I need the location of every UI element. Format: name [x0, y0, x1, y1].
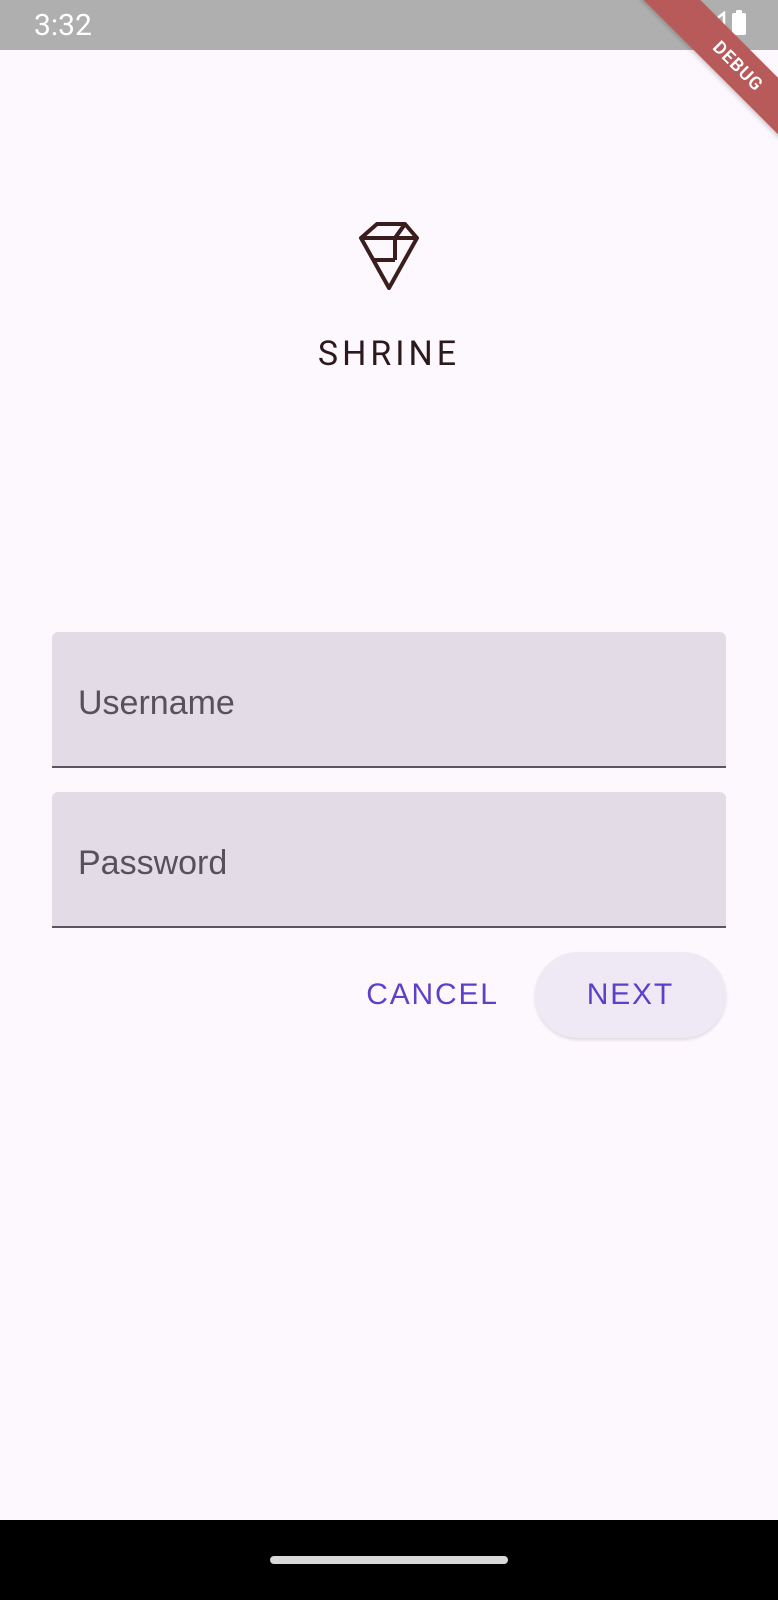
nav-handle[interactable] [270, 1556, 508, 1564]
navigation-bar [0, 1520, 778, 1600]
username-input[interactable] [78, 676, 700, 723]
login-form: CANCEL NEXT [52, 632, 726, 1038]
status-time: 3:32 [34, 8, 92, 43]
diamond-icon [353, 220, 425, 292]
login-screen: SHRINE CANCEL NEXT [0, 220, 778, 1038]
password-input[interactable] [78, 836, 700, 883]
username-field[interactable] [52, 632, 726, 768]
button-row: CANCEL NEXT [52, 952, 726, 1038]
cancel-button[interactable]: CANCEL [330, 954, 535, 1036]
logo-section: SHRINE [52, 220, 726, 374]
app-title: SHRINE [318, 334, 460, 374]
next-button[interactable]: NEXT [535, 952, 726, 1038]
password-field[interactable] [52, 792, 726, 928]
